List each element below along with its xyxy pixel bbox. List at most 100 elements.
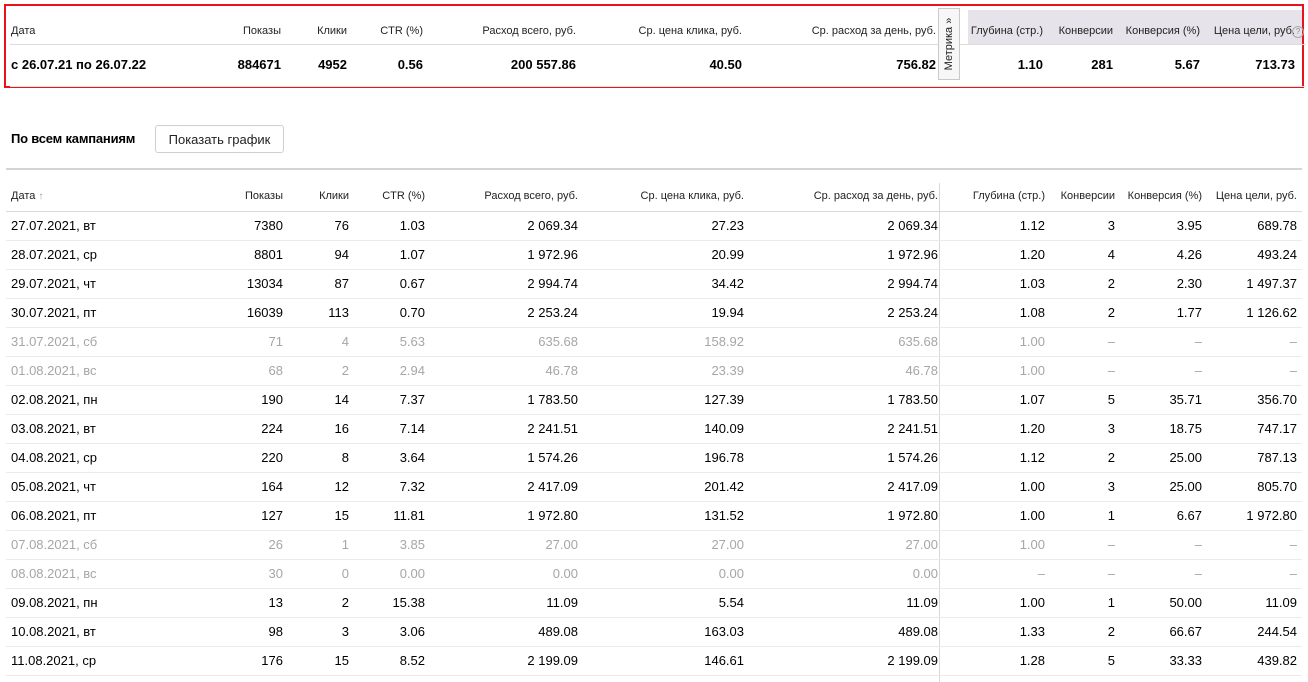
row-conversion-rate: 1.77 bbox=[1176, 305, 1202, 320]
row-clicks: 3 bbox=[341, 624, 349, 639]
row-date: 11.08.2021, ср bbox=[11, 653, 97, 668]
row-cpc: 127.39 bbox=[704, 392, 744, 407]
row-ctr: 7.14 bbox=[399, 421, 425, 436]
row-depth: 1.28 bbox=[1019, 653, 1045, 668]
summary-value-conversion-rate: 5.67 bbox=[1174, 57, 1200, 72]
row-cpc: 20.99 bbox=[711, 247, 744, 262]
row-ctr: 15.38 bbox=[392, 595, 425, 610]
table-row: 07.08.2021, сб 26 1 3.85 27.00 27.00 27.00 1.00… bbox=[6, 531, 1302, 560]
row-spend: 2 199.09 bbox=[527, 653, 578, 668]
summary-header-conversion-rate: Конверсия (%) bbox=[1125, 25, 1200, 37]
column-header-depth[interactable]: Глубина (стр.) bbox=[973, 190, 1045, 202]
row-cpc: 27.23 bbox=[711, 218, 744, 233]
column-header-shows[interactable]: Показы bbox=[245, 190, 283, 202]
summary-value-depth: 1.10 bbox=[1017, 57, 1043, 72]
column-header-goal-price[interactable]: Цена цели, руб. bbox=[1216, 190, 1297, 202]
row-conversions: 4 bbox=[1107, 247, 1115, 262]
column-header-spend[interactable]: Расход всего, руб. bbox=[484, 190, 578, 202]
column-header-cpc[interactable]: Ср. цена клика, руб. bbox=[641, 190, 744, 202]
row-daily-spend: 1 972.80 bbox=[887, 508, 938, 523]
column-header-conversion-rate[interactable]: Конверсия (%) bbox=[1128, 190, 1202, 202]
row-clicks: 76 bbox=[334, 218, 349, 233]
row-conversion-rate: – bbox=[1194, 363, 1202, 378]
help-icon[interactable]: ? bbox=[1292, 26, 1304, 38]
row-cpc: 158.92 bbox=[704, 334, 744, 349]
row-daily-spend: 27.00 bbox=[905, 537, 938, 552]
row-conversion-rate: 2.30 bbox=[1176, 276, 1202, 291]
row-shows: 127 bbox=[261, 508, 283, 523]
row-cpc: 19.94 bbox=[711, 305, 744, 320]
row-depth: 1.00 bbox=[1019, 537, 1045, 552]
row-clicks: 87 bbox=[334, 276, 349, 291]
row-goal-price: 1 497.37 bbox=[1246, 276, 1297, 291]
row-clicks: 4 bbox=[341, 334, 349, 349]
row-conversions: 3 bbox=[1107, 479, 1115, 494]
row-ctr: 5.63 bbox=[399, 334, 425, 349]
row-clicks: 15 bbox=[334, 653, 349, 668]
row-date: 04.08.2021, ср bbox=[11, 450, 98, 465]
show-chart-button[interactable]: Показать график bbox=[155, 125, 284, 153]
row-date: 01.08.2021, вс bbox=[11, 363, 97, 378]
row-clicks: 0 bbox=[341, 566, 349, 581]
row-goal-price: 439.82 bbox=[1257, 653, 1297, 668]
row-date: 29.07.2021, чт bbox=[11, 276, 97, 291]
row-spend: 2 253.24 bbox=[527, 305, 578, 320]
row-depth: 1.07 bbox=[1019, 392, 1045, 407]
row-conversion-rate: 18.75 bbox=[1169, 421, 1202, 436]
column-header-daily[interactable]: Ср. расход за день, руб. bbox=[814, 190, 938, 202]
row-goal-price: 11.09 bbox=[1265, 595, 1297, 610]
row-conversion-rate: – bbox=[1194, 566, 1202, 581]
row-spend: 0.00 bbox=[552, 566, 578, 581]
row-daily-spend: 2 241.51 bbox=[887, 421, 938, 436]
row-date: 09.08.2021, пн bbox=[11, 595, 98, 610]
table-row: 27.07.2021, вт 7380 76 1.03 2 069.34 27.23 2 0… bbox=[6, 212, 1302, 241]
column-header-conversions[interactable]: Конверсии bbox=[1061, 190, 1115, 202]
row-shows: 71 bbox=[268, 334, 283, 349]
row-conversion-rate: 66.67 bbox=[1169, 624, 1202, 639]
section-divider bbox=[6, 168, 1302, 170]
summary-header-clicks: Клики bbox=[317, 25, 347, 37]
row-date: 31.07.2021, сб bbox=[11, 334, 98, 349]
row-daily-spend: 1 574.26 bbox=[887, 450, 938, 465]
stats-table: Дата ↑ Показы Клики CTR (%) Расход всего… bbox=[6, 183, 1302, 676]
row-shows: 98 bbox=[268, 624, 283, 639]
campaign-scope-label: По всем кампаниям bbox=[11, 131, 136, 146]
row-spend: 1 972.80 bbox=[527, 508, 578, 523]
row-conversion-rate: 3.95 bbox=[1176, 218, 1202, 233]
summary-header-cpc: Ср. цена клика, руб. bbox=[638, 25, 742, 37]
row-daily-spend: 2 994.74 bbox=[887, 276, 938, 291]
table-row: 05.08.2021, чт 164 12 7.32 2 417.09 201.42 2 4… bbox=[6, 473, 1302, 502]
row-goal-price: 689.78 bbox=[1257, 218, 1297, 233]
row-goal-price: 1 126.62 bbox=[1246, 305, 1297, 320]
column-header-date[interactable]: Дата ↑ bbox=[11, 190, 43, 202]
row-conversion-rate: 35.71 bbox=[1169, 392, 1202, 407]
row-conversion-rate: 33.33 bbox=[1169, 653, 1202, 668]
row-cpc: 201.42 bbox=[704, 479, 744, 494]
row-spend: 2 994.74 bbox=[527, 276, 578, 291]
row-clicks: 1 bbox=[341, 537, 349, 552]
row-clicks: 14 bbox=[334, 392, 349, 407]
row-conversions: 2 bbox=[1107, 305, 1115, 320]
table-row: 31.07.2021, сб 71 4 5.63 635.68 158.92 635.68 1… bbox=[6, 328, 1302, 357]
row-ctr: 7.37 bbox=[399, 392, 425, 407]
row-goal-price: – bbox=[1289, 537, 1297, 552]
table-row: 06.08.2021, пт 127 15 11.81 1 972.80 131.52 1 … bbox=[6, 502, 1302, 531]
row-goal-price: – bbox=[1289, 566, 1297, 581]
row-depth: 1.00 bbox=[1019, 479, 1045, 494]
row-conversions: – bbox=[1107, 566, 1115, 581]
row-date: 27.07.2021, вт bbox=[11, 218, 96, 233]
row-conversions: 5 bbox=[1107, 392, 1115, 407]
row-depth: 1.00 bbox=[1019, 508, 1045, 523]
table-body: 27.07.2021, вт 7380 76 1.03 2 069.34 27.23 2 0… bbox=[6, 212, 1302, 676]
table-row: 29.07.2021, чт 13034 87 0.67 2 994.74 34.42 2 … bbox=[6, 270, 1302, 299]
summary-header-spend: Расход всего, руб. bbox=[482, 25, 576, 37]
row-shows: 176 bbox=[261, 653, 283, 668]
metrika-toggle-tab[interactable]: Метрика » bbox=[938, 8, 960, 80]
row-daily-spend: 0.00 bbox=[912, 566, 938, 581]
summary-value-cpc: 40.50 bbox=[709, 57, 742, 72]
row-ctr: 8.52 bbox=[399, 653, 425, 668]
row-spend: 2 417.09 bbox=[527, 479, 578, 494]
column-header-ctr[interactable]: CTR (%) bbox=[382, 190, 425, 202]
row-spend: 1 574.26 bbox=[527, 450, 578, 465]
column-header-clicks[interactable]: Клики bbox=[319, 190, 349, 202]
